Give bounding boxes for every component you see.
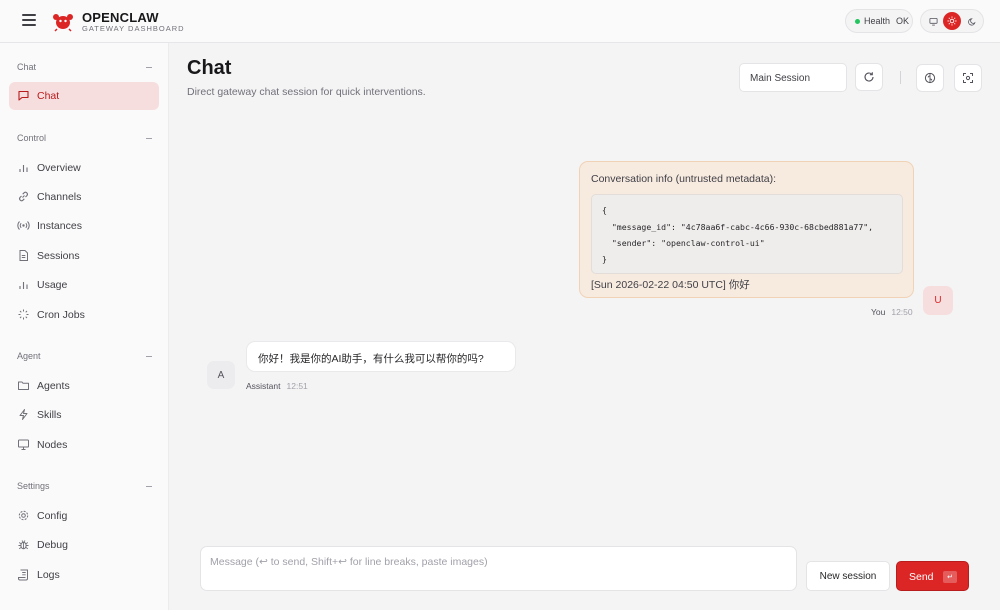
message-time: 12:51 — [286, 381, 308, 391]
message-author: You — [871, 307, 886, 317]
sidebar-item-chat[interactable]: Chat — [9, 82, 159, 110]
sidebar-item-debug[interactable]: Debug — [9, 531, 159, 559]
assistant-message-bubble: 你好！我是你的AI助手，有什么我可以帮你的吗? — [246, 341, 516, 372]
bar-chart-icon — [19, 165, 28, 172]
message-time: 12:50 — [891, 307, 913, 317]
health-dot-icon — [855, 19, 860, 24]
sidebar-item-label: Chat — [37, 90, 60, 102]
collapse-icon[interactable] — [146, 67, 152, 68]
sidebar-item-label: Sessions — [37, 250, 80, 262]
file-text-icon — [19, 250, 28, 261]
theme-dark-button[interactable] — [963, 12, 981, 30]
assistant-message-meta: Assistant 12:51 — [246, 381, 308, 391]
zap-icon — [19, 409, 28, 420]
health-value: OK — [896, 16, 910, 26]
focus-icon — [963, 73, 973, 83]
theme-switcher — [920, 9, 984, 33]
top-bar: OPENCLAW GATEWAY DASHBOARD Health OK — [0, 0, 1000, 43]
app-title: OPENCLAW — [82, 10, 159, 25]
health-status: Health OK — [845, 9, 913, 33]
sidebar-item-label: Overview — [37, 162, 81, 174]
refresh-button[interactable] — [855, 63, 883, 91]
sidebar-item-label: Config — [37, 510, 68, 522]
theme-light-button[interactable] — [943, 12, 961, 30]
new-session-button[interactable]: New session — [806, 561, 890, 591]
sidebar-item-label: Nodes — [37, 439, 68, 451]
sidebar-item-usage[interactable]: Usage — [9, 271, 159, 299]
send-button[interactable]: Send ↵ — [896, 561, 969, 591]
page-title: Chat — [187, 57, 232, 79]
menu-icon[interactable] — [22, 14, 36, 26]
sidebar-item-agents[interactable]: Agents — [9, 372, 159, 400]
sidebar-item-label: Debug — [37, 539, 68, 551]
sidebar-item-label: Usage — [37, 279, 68, 291]
radio-icon — [17, 221, 30, 230]
app-subtitle: GATEWAY DASHBOARD — [82, 24, 185, 33]
openclaw-logo — [53, 14, 73, 32]
monitor-icon — [18, 439, 29, 450]
metadata-heading: Conversation info (untrusted metadata): — [591, 173, 777, 185]
sidebar-item-label: Skills — [37, 409, 62, 421]
sidebar-section-agent: Agent — [17, 351, 41, 361]
code-line: } — [602, 254, 607, 264]
scroll-icon — [18, 569, 28, 581]
user-message-bubble: Conversation info (untrusted metadata): … — [579, 161, 914, 298]
code-line: { — [602, 205, 607, 215]
code-line: "message_id": "4c78aa6f-cabc-4c66-930c-6… — [602, 222, 874, 232]
sidebar-item-label: Agents — [37, 380, 70, 392]
metadata-code-block: { "message_id": "4c78aa6f-cabc-4c66-930c… — [591, 194, 903, 274]
monitor-icon — [928, 17, 938, 26]
sidebar-item-label: Channels — [37, 191, 82, 203]
sidebar-item-label: Instances — [37, 220, 82, 232]
message-square-icon — [18, 90, 29, 101]
sidebar-item-sessions[interactable]: Sessions — [9, 242, 159, 270]
assistant-avatar: A — [207, 361, 235, 389]
sidebar-item-label: Cron Jobs — [37, 309, 85, 321]
session-select[interactable]: Main Session — [739, 63, 847, 92]
collapse-icon[interactable] — [146, 356, 152, 357]
theme-system-button[interactable] — [924, 12, 942, 30]
sidebar-item-channels[interactable]: Channels — [9, 183, 159, 211]
sun-icon — [947, 16, 957, 26]
folder-icon — [18, 381, 29, 390]
collapse-icon[interactable] — [146, 138, 152, 139]
sidebar-item-skills[interactable]: Skills — [9, 401, 159, 429]
sidebar-item-config[interactable]: Config — [9, 502, 159, 530]
send-button-label: Send — [909, 571, 934, 583]
loader-icon — [18, 309, 29, 320]
bar-chart-icon — [19, 282, 28, 289]
user-avatar: U — [923, 286, 953, 315]
sidebar-item-overview[interactable]: Overview — [9, 154, 159, 182]
user-message-text: [Sun 2026-02-22 04:50 UTC] 你好 — [591, 279, 750, 291]
link-icon — [19, 191, 28, 202]
thinking-toggle-button[interactable] — [916, 64, 944, 92]
bug-icon — [18, 540, 29, 550]
sidebar-item-instances[interactable]: Instances — [9, 212, 159, 240]
message-author: Assistant — [246, 381, 281, 391]
sidebar-item-cron-jobs[interactable]: Cron Jobs — [9, 301, 159, 329]
sidebar-item-logs[interactable]: Logs — [9, 561, 159, 589]
health-label: Health — [864, 16, 891, 26]
collapse-icon[interactable] — [146, 486, 152, 487]
sidebar-section-settings: Settings — [17, 481, 50, 491]
sidebar-section-control: Control — [17, 133, 47, 143]
code-line: "sender": "openclaw-control-ui" — [602, 238, 765, 248]
moon-icon — [967, 17, 976, 25]
user-message-meta: You 12:50 — [871, 307, 913, 317]
toolbar-divider — [900, 71, 901, 84]
focus-mode-button[interactable] — [954, 64, 982, 92]
enter-key-icon: ↵ — [943, 571, 957, 583]
brain-icon — [924, 72, 936, 84]
sidebar: Chat Chat Control Overview Channels Inst… — [0, 43, 169, 610]
sidebar-item-label: Logs — [37, 569, 60, 581]
refresh-icon — [864, 72, 874, 82]
message-input[interactable]: Message (↩ to send, Shift+↩ for line bre… — [200, 546, 797, 591]
page-subtitle: Direct gateway chat session for quick in… — [187, 86, 426, 98]
sidebar-item-nodes[interactable]: Nodes — [9, 431, 159, 459]
gear-icon — [18, 510, 29, 521]
sidebar-section-chat: Chat — [17, 62, 37, 72]
